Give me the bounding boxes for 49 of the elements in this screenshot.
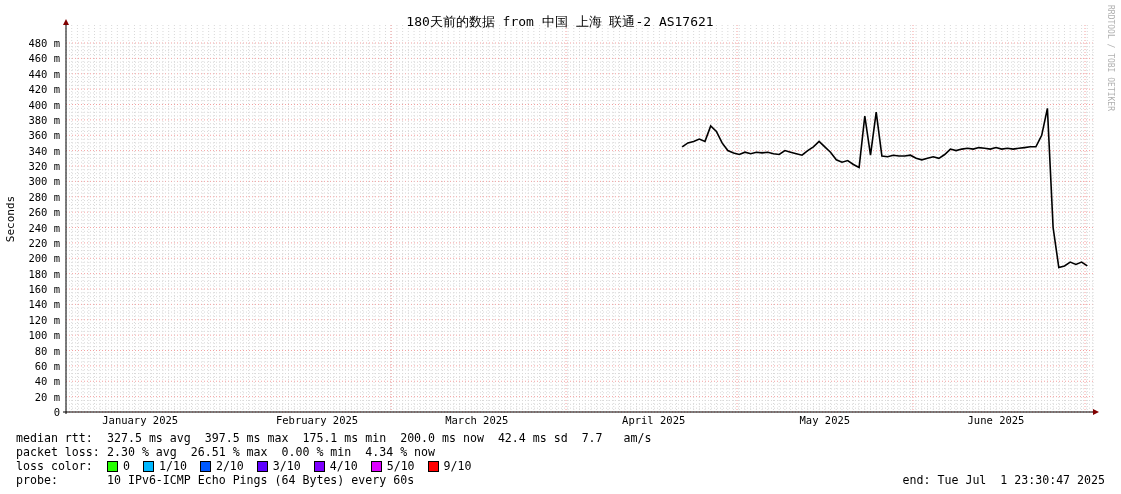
- loss-level: 2/10: [215, 459, 244, 473]
- y-tick-label: 340 m: [28, 144, 60, 157]
- probe-text: 10 IPv6-ICMP Echo Pings (64 Bytes) every 60s: [107, 473, 415, 487]
- y-tick-label: 40 m: [34, 375, 60, 388]
- y-tick-label: 420 m: [28, 83, 60, 96]
- loss-level: 0: [123, 459, 130, 473]
- x-tick-label: April 2025: [622, 414, 686, 426]
- loss-level: 1/10: [159, 459, 187, 473]
- x-tick-label: January 2025: [102, 414, 179, 426]
- loss-level: 5/10: [386, 459, 415, 473]
- y-tick-label: 240 m: [28, 221, 60, 234]
- y-tick-label: 360 m: [28, 129, 60, 142]
- y-tick-label: 400 m: [28, 98, 60, 111]
- y-tick-label: 380 m: [28, 113, 60, 126]
- y-tick-label: 0: [53, 406, 60, 418]
- y-tick-label: 140 m: [28, 298, 60, 311]
- y-tick-label: 100 m: [28, 329, 60, 342]
- y-tick-label: 300 m: [28, 175, 60, 188]
- probe-label: probe:: [16, 473, 59, 487]
- y-tick-label: 80 m: [34, 344, 60, 357]
- x-tick-label: February 2025: [275, 414, 359, 426]
- y-tick-label: 480 m: [28, 37, 60, 49]
- loss-level: 9/10: [443, 459, 472, 473]
- x-tick-label: March 2025: [445, 414, 509, 426]
- y-tick-label: 20 m: [34, 390, 60, 403]
- loss-level: 3/10: [272, 459, 301, 473]
- y-tick-label: 260 m: [28, 206, 60, 219]
- y-tick-label: 120 m: [28, 313, 60, 326]
- y-tick-label: 280 m: [28, 190, 60, 203]
- y-axis-label: Seconds: [4, 195, 17, 243]
- x-tick-label: June 2025: [967, 414, 1025, 426]
- loss-level: 4/10: [329, 459, 358, 473]
- stat-values: 327.5 ms avg 397.5 ms max 175.1 ms min 200.0 ms now 42.4 ms sd 7.7 am/s: [107, 431, 652, 445]
- y-tick-label: 320 m: [28, 160, 60, 172]
- y-tick-label: 160 m: [28, 283, 60, 295]
- y-tick-label: 60 m: [34, 359, 60, 372]
- x-tick-label: May 2025: [799, 414, 851, 426]
- stat-values: 2.30 % avg 26.51 % max 0.00 % min 4.34 % now: [107, 445, 436, 459]
- y-tick-label: 460 m: [28, 52, 60, 65]
- y-tick-label: 200 m: [28, 252, 60, 265]
- stat-label: median rtt:: [16, 431, 94, 445]
- y-tick-label: 220 m: [28, 236, 60, 249]
- end-time: end: Tue Jul 1 23:30:47 2025: [902, 473, 1105, 487]
- legend-label: loss color:: [16, 459, 94, 473]
- y-tick-label: 180 m: [28, 267, 60, 280]
- y-tick-label: 440 m: [28, 67, 60, 80]
- stat-label: packet loss:: [16, 445, 101, 459]
- credit-text: RRDTOOL / TOBI OETIKER: [1106, 5, 1115, 111]
- chart-title: 180天前的数据 from 中国 上海 联通-2 AS17621: [406, 14, 714, 29]
